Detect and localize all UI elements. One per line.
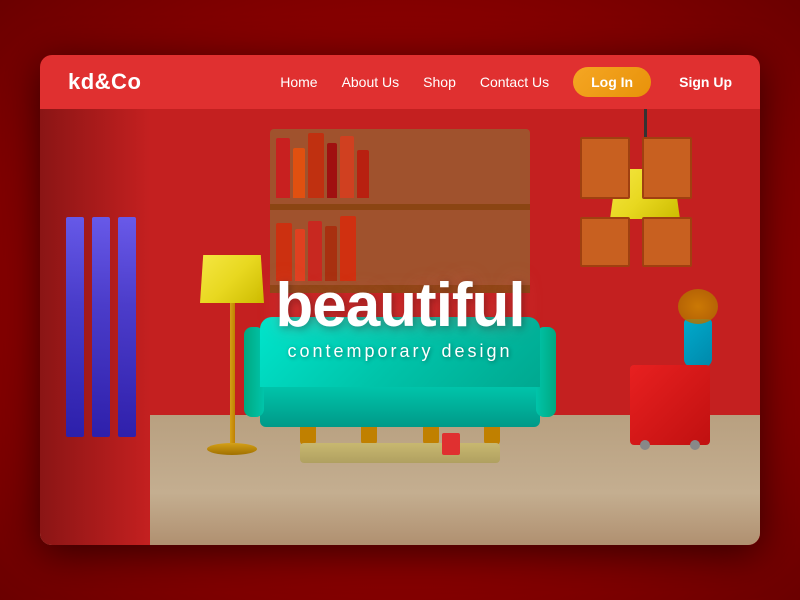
wall-frame-2 [642, 137, 692, 199]
book [295, 229, 305, 281]
wall-frame-4 [642, 217, 692, 267]
book [276, 138, 290, 198]
book [340, 136, 354, 198]
nav-shop[interactable]: Shop [423, 74, 456, 90]
window-strip-3 [118, 217, 136, 437]
floor-lamp-shade [200, 255, 264, 303]
window-strip-2 [92, 217, 110, 437]
book [327, 143, 337, 198]
nav-links: Home About Us Shop Contact Us Log In Sig… [280, 67, 732, 97]
vase [684, 319, 712, 367]
wall-frame-1 [580, 137, 630, 199]
nav-contact[interactable]: Contact Us [480, 74, 549, 90]
app-container: kd&Co Home About Us Shop Contact Us Log … [40, 55, 760, 545]
windows-panel [40, 109, 150, 545]
book [276, 223, 292, 281]
books-row [270, 129, 530, 202]
nav-about[interactable]: About Us [342, 74, 400, 90]
book [308, 133, 324, 198]
login-button[interactable]: Log In [573, 67, 651, 97]
sofa-back [260, 317, 540, 387]
floor-lamp-base [207, 443, 257, 455]
logo: kd&Co [68, 69, 280, 95]
book [308, 221, 322, 281]
books-row-2 [270, 212, 530, 285]
book [325, 226, 337, 281]
cabinet-wheel-2 [690, 440, 700, 450]
wall-frame-3 [580, 217, 630, 267]
coffee-table [300, 443, 500, 463]
sofa [260, 317, 540, 445]
hero-section: beautiful contemporary design [40, 109, 760, 545]
navbar: kd&Co Home About Us Shop Contact Us Log … [40, 55, 760, 109]
window-strip-1 [66, 217, 84, 437]
floor-lamp-stem [230, 303, 235, 443]
signup-button[interactable]: Sign Up [679, 74, 732, 90]
book [293, 148, 305, 198]
bookshelf [270, 129, 530, 293]
cabinet-wheel-1 [640, 440, 650, 450]
book [357, 150, 369, 198]
nav-home[interactable]: Home [280, 74, 317, 90]
side-cabinet [630, 365, 710, 445]
vase-plant [678, 289, 718, 324]
sofa-seat [260, 387, 540, 427]
book [340, 216, 356, 281]
table-object [442, 433, 460, 455]
